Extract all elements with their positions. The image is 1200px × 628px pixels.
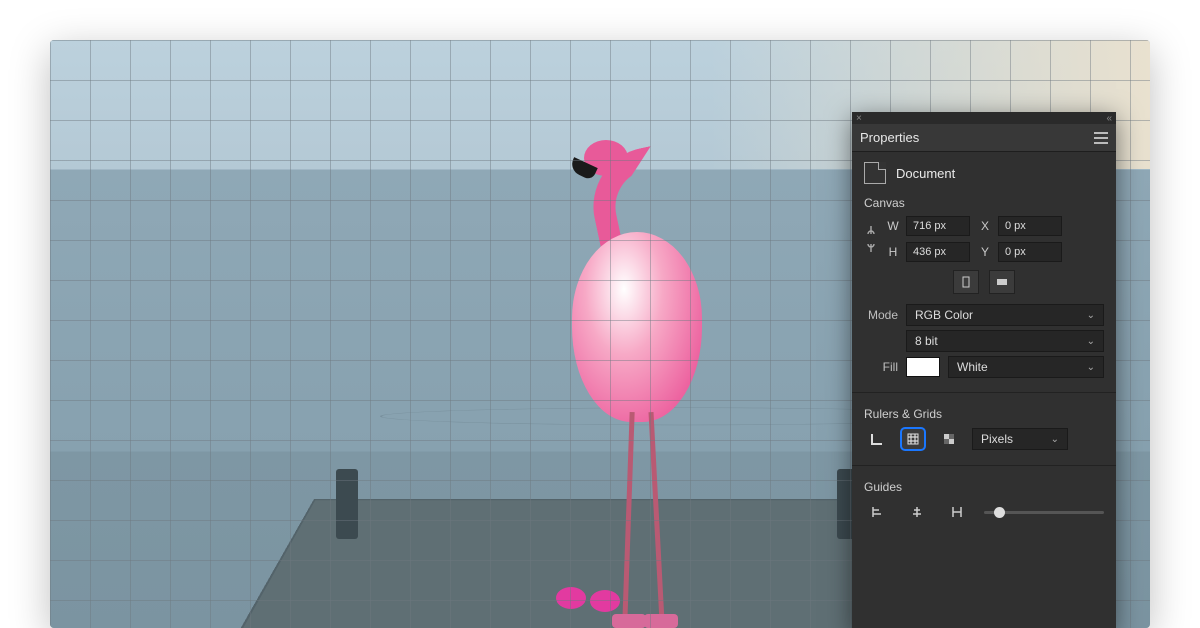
x-label: X [978,219,992,233]
chevron-down-icon: ⌄ [1087,310,1095,321]
dock-post-left [336,469,358,539]
height-input[interactable] [906,242,970,262]
fill-select[interactable]: White ⌄ [948,356,1104,378]
guides-section: Guides [852,470,1116,534]
chevron-down-icon: ⌄ [1051,434,1059,445]
ruler-units-value: Pixels [981,432,1013,446]
fill-value: White [957,360,988,374]
slider-thumb[interactable] [994,507,1005,518]
panel-menu-icon[interactable] [1094,132,1108,144]
editor-stage: × « Properties Document Canvas W [50,40,1150,628]
collapse-icon[interactable]: « [1106,113,1112,124]
mode-label: Mode [864,308,898,322]
properties-panel: × « Properties Document Canvas W [852,112,1116,628]
orientation-portrait-button[interactable] [953,270,979,294]
fill-swatch[interactable] [906,357,940,377]
height-label: H [886,245,900,259]
close-icon[interactable]: × [856,113,862,124]
chevron-down-icon: ⌄ [1087,362,1095,373]
guides-align-left-button[interactable] [864,500,890,524]
flip-flops [556,587,626,613]
y-label: Y [978,245,992,259]
canvas-heading: Canvas [864,196,1104,210]
width-input[interactable] [906,216,970,236]
color-mode-select[interactable]: RGB Color ⌄ [906,304,1104,326]
fill-label: Fill [864,360,898,374]
transparency-grid-button[interactable] [936,427,962,451]
ruler-units-select[interactable]: Pixels ⌄ [972,428,1068,450]
grid-toggle-button[interactable] [900,427,926,451]
link-dimensions-icon[interactable] [864,217,878,261]
width-label: W [886,219,900,233]
bit-depth-select[interactable]: 8 bit ⌄ [906,330,1104,352]
rulers-grids-section: Rulers & Grids Pixels ⌄ [852,397,1116,461]
document-icon [864,162,886,184]
guides-align-distribute-button[interactable] [944,500,970,524]
panel-title[interactable]: Properties [860,130,919,145]
guides-heading: Guides [864,480,1104,494]
guide-color-slider[interactable] [984,511,1104,514]
guides-align-center-button[interactable] [904,500,930,524]
orientation-landscape-button[interactable] [989,270,1015,294]
rulers-toggle-button[interactable] [864,427,890,451]
chevron-down-icon: ⌄ [1087,336,1095,347]
document-label: Document [896,166,955,181]
panel-dragbar[interactable]: × « [852,112,1116,124]
color-mode-value: RGB Color [915,308,973,322]
y-input[interactable] [998,242,1062,262]
rulers-grids-heading: Rulers & Grids [864,407,1104,421]
canvas-section: Canvas W H X [852,186,1116,388]
flamingo-figure [534,122,744,622]
panel-tabbar: Properties [852,124,1116,152]
bit-depth-value: 8 bit [915,334,938,348]
x-input[interactable] [998,216,1062,236]
